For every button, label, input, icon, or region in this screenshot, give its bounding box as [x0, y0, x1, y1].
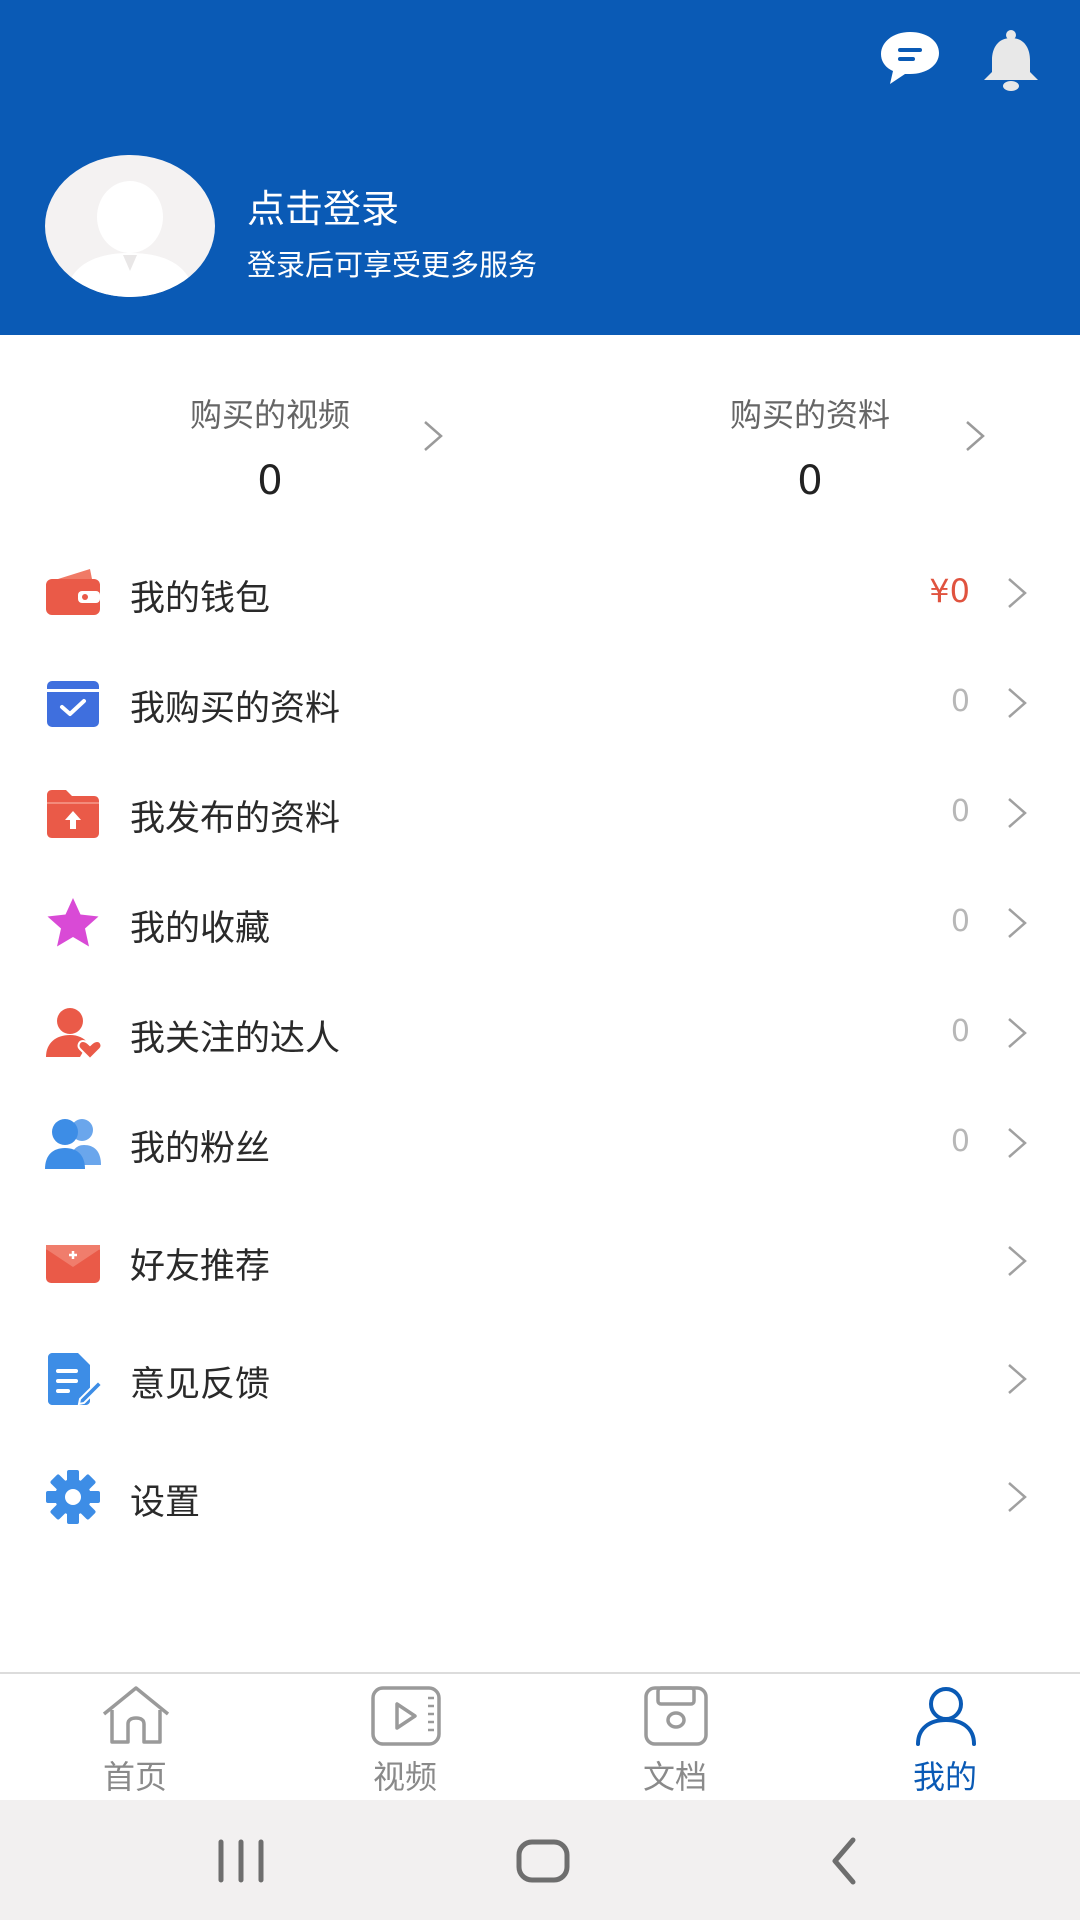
folder-upload-icon	[47, 790, 99, 838]
recent-apps-icon[interactable]	[211, 1836, 271, 1886]
menu-label: 我的钱包	[130, 579, 271, 619]
chevron-right-icon	[966, 421, 985, 451]
menu-item-settings[interactable]: 设置	[0, 1442, 1080, 1552]
menu-item-recommend-friends[interactable]: 好友推荐	[0, 1206, 1080, 1316]
bottom-tab-bar: 首页 视频 文档 我的	[0, 1672, 1080, 1802]
menu-item-fans[interactable]: 我的粉丝 0	[0, 1088, 1080, 1198]
menu-label: 我的粉丝	[130, 1129, 271, 1169]
chevron-right-icon	[1008, 798, 1027, 828]
tab-label: 我的	[912, 1758, 977, 1796]
user-silhouette-icon	[65, 181, 195, 297]
stat-value: 0	[797, 458, 823, 504]
gear-icon	[46, 1470, 100, 1524]
tab-label: 视频	[372, 1758, 437, 1796]
star-icon	[47, 898, 99, 947]
menu-item-favorites[interactable]: 我的收藏 0	[0, 868, 1080, 978]
menu-label: 我的收藏	[130, 909, 271, 949]
chevron-right-icon	[1008, 1364, 1027, 1394]
stat-label: 购买的视频	[189, 396, 350, 434]
menu-label: 我关注的达人	[130, 1019, 341, 1059]
menu-count: 0	[950, 684, 970, 719]
envelope-icon	[46, 1245, 100, 1283]
menu-item-feedback[interactable]: 意见反馈	[0, 1324, 1080, 1434]
login-title[interactable]: 点击登录	[247, 178, 399, 233]
wallet-icon	[46, 569, 100, 615]
menu-item-published-materials[interactable]: 我发布的资料 0	[0, 758, 1080, 868]
menu-count: 0	[950, 1014, 970, 1049]
stat-value: 0	[257, 458, 283, 504]
tab-documents[interactable]: 文档	[540, 1674, 810, 1802]
user-icon	[916, 1687, 976, 1746]
home-button-icon[interactable]	[513, 1836, 573, 1886]
chevron-right-icon	[1008, 1482, 1027, 1512]
menu-count: 0	[950, 1124, 970, 1159]
wallet-balance: ¥0	[929, 572, 970, 610]
chevron-right-icon	[1008, 578, 1027, 608]
document-icon	[644, 1686, 708, 1746]
tab-home[interactable]: 首页	[0, 1674, 270, 1802]
message-icon[interactable]	[878, 28, 942, 88]
stat-label: 购买的资料	[729, 396, 890, 434]
menu-item-followed-experts[interactable]: 我关注的达人 0	[0, 978, 1080, 1088]
users-icon	[45, 1119, 101, 1169]
chevron-right-icon	[1008, 1128, 1027, 1158]
menu-item-purchased-materials[interactable]: 我购买的资料 0	[0, 648, 1080, 758]
chevron-right-icon	[1008, 1018, 1027, 1048]
avatar[interactable]	[45, 155, 215, 297]
menu-label: 好友推荐	[130, 1247, 271, 1287]
chevron-right-icon	[1008, 1246, 1027, 1276]
menu-label: 设置	[130, 1483, 201, 1523]
login-subtitle: 登录后可享受更多服务	[247, 248, 538, 282]
video-icon	[371, 1686, 441, 1746]
user-heart-icon	[46, 1008, 102, 1061]
feedback-icon	[48, 1353, 102, 1406]
profile-header: 点击登录 登录后可享受更多服务	[0, 0, 1080, 335]
bell-icon[interactable]	[978, 28, 1044, 92]
calendar-check-icon	[47, 681, 99, 727]
purchased-materials-stat[interactable]: 购买的资料 0	[540, 370, 1080, 510]
tab-label: 首页	[102, 1758, 167, 1796]
tab-video[interactable]: 视频	[270, 1674, 540, 1802]
menu-label: 我购买的资料	[130, 689, 341, 729]
menu-label: 意见反馈	[130, 1365, 271, 1405]
system-navigation-bar	[0, 1800, 1080, 1920]
menu-count: 0	[950, 904, 970, 939]
menu-label: 我发布的资料	[130, 799, 341, 839]
menu-count: 0	[950, 794, 970, 829]
chevron-right-icon	[424, 421, 443, 451]
purchased-videos-stat[interactable]: 购买的视频 0	[0, 370, 540, 510]
tab-mine[interactable]: 我的	[810, 1674, 1080, 1802]
chevron-right-icon	[1008, 908, 1027, 938]
menu-item-wallet[interactable]: 我的钱包 ¥0	[0, 538, 1080, 648]
chevron-right-icon	[1008, 688, 1027, 718]
tab-label: 文档	[642, 1758, 707, 1796]
back-icon[interactable]	[815, 1836, 875, 1886]
home-icon	[102, 1686, 170, 1744]
